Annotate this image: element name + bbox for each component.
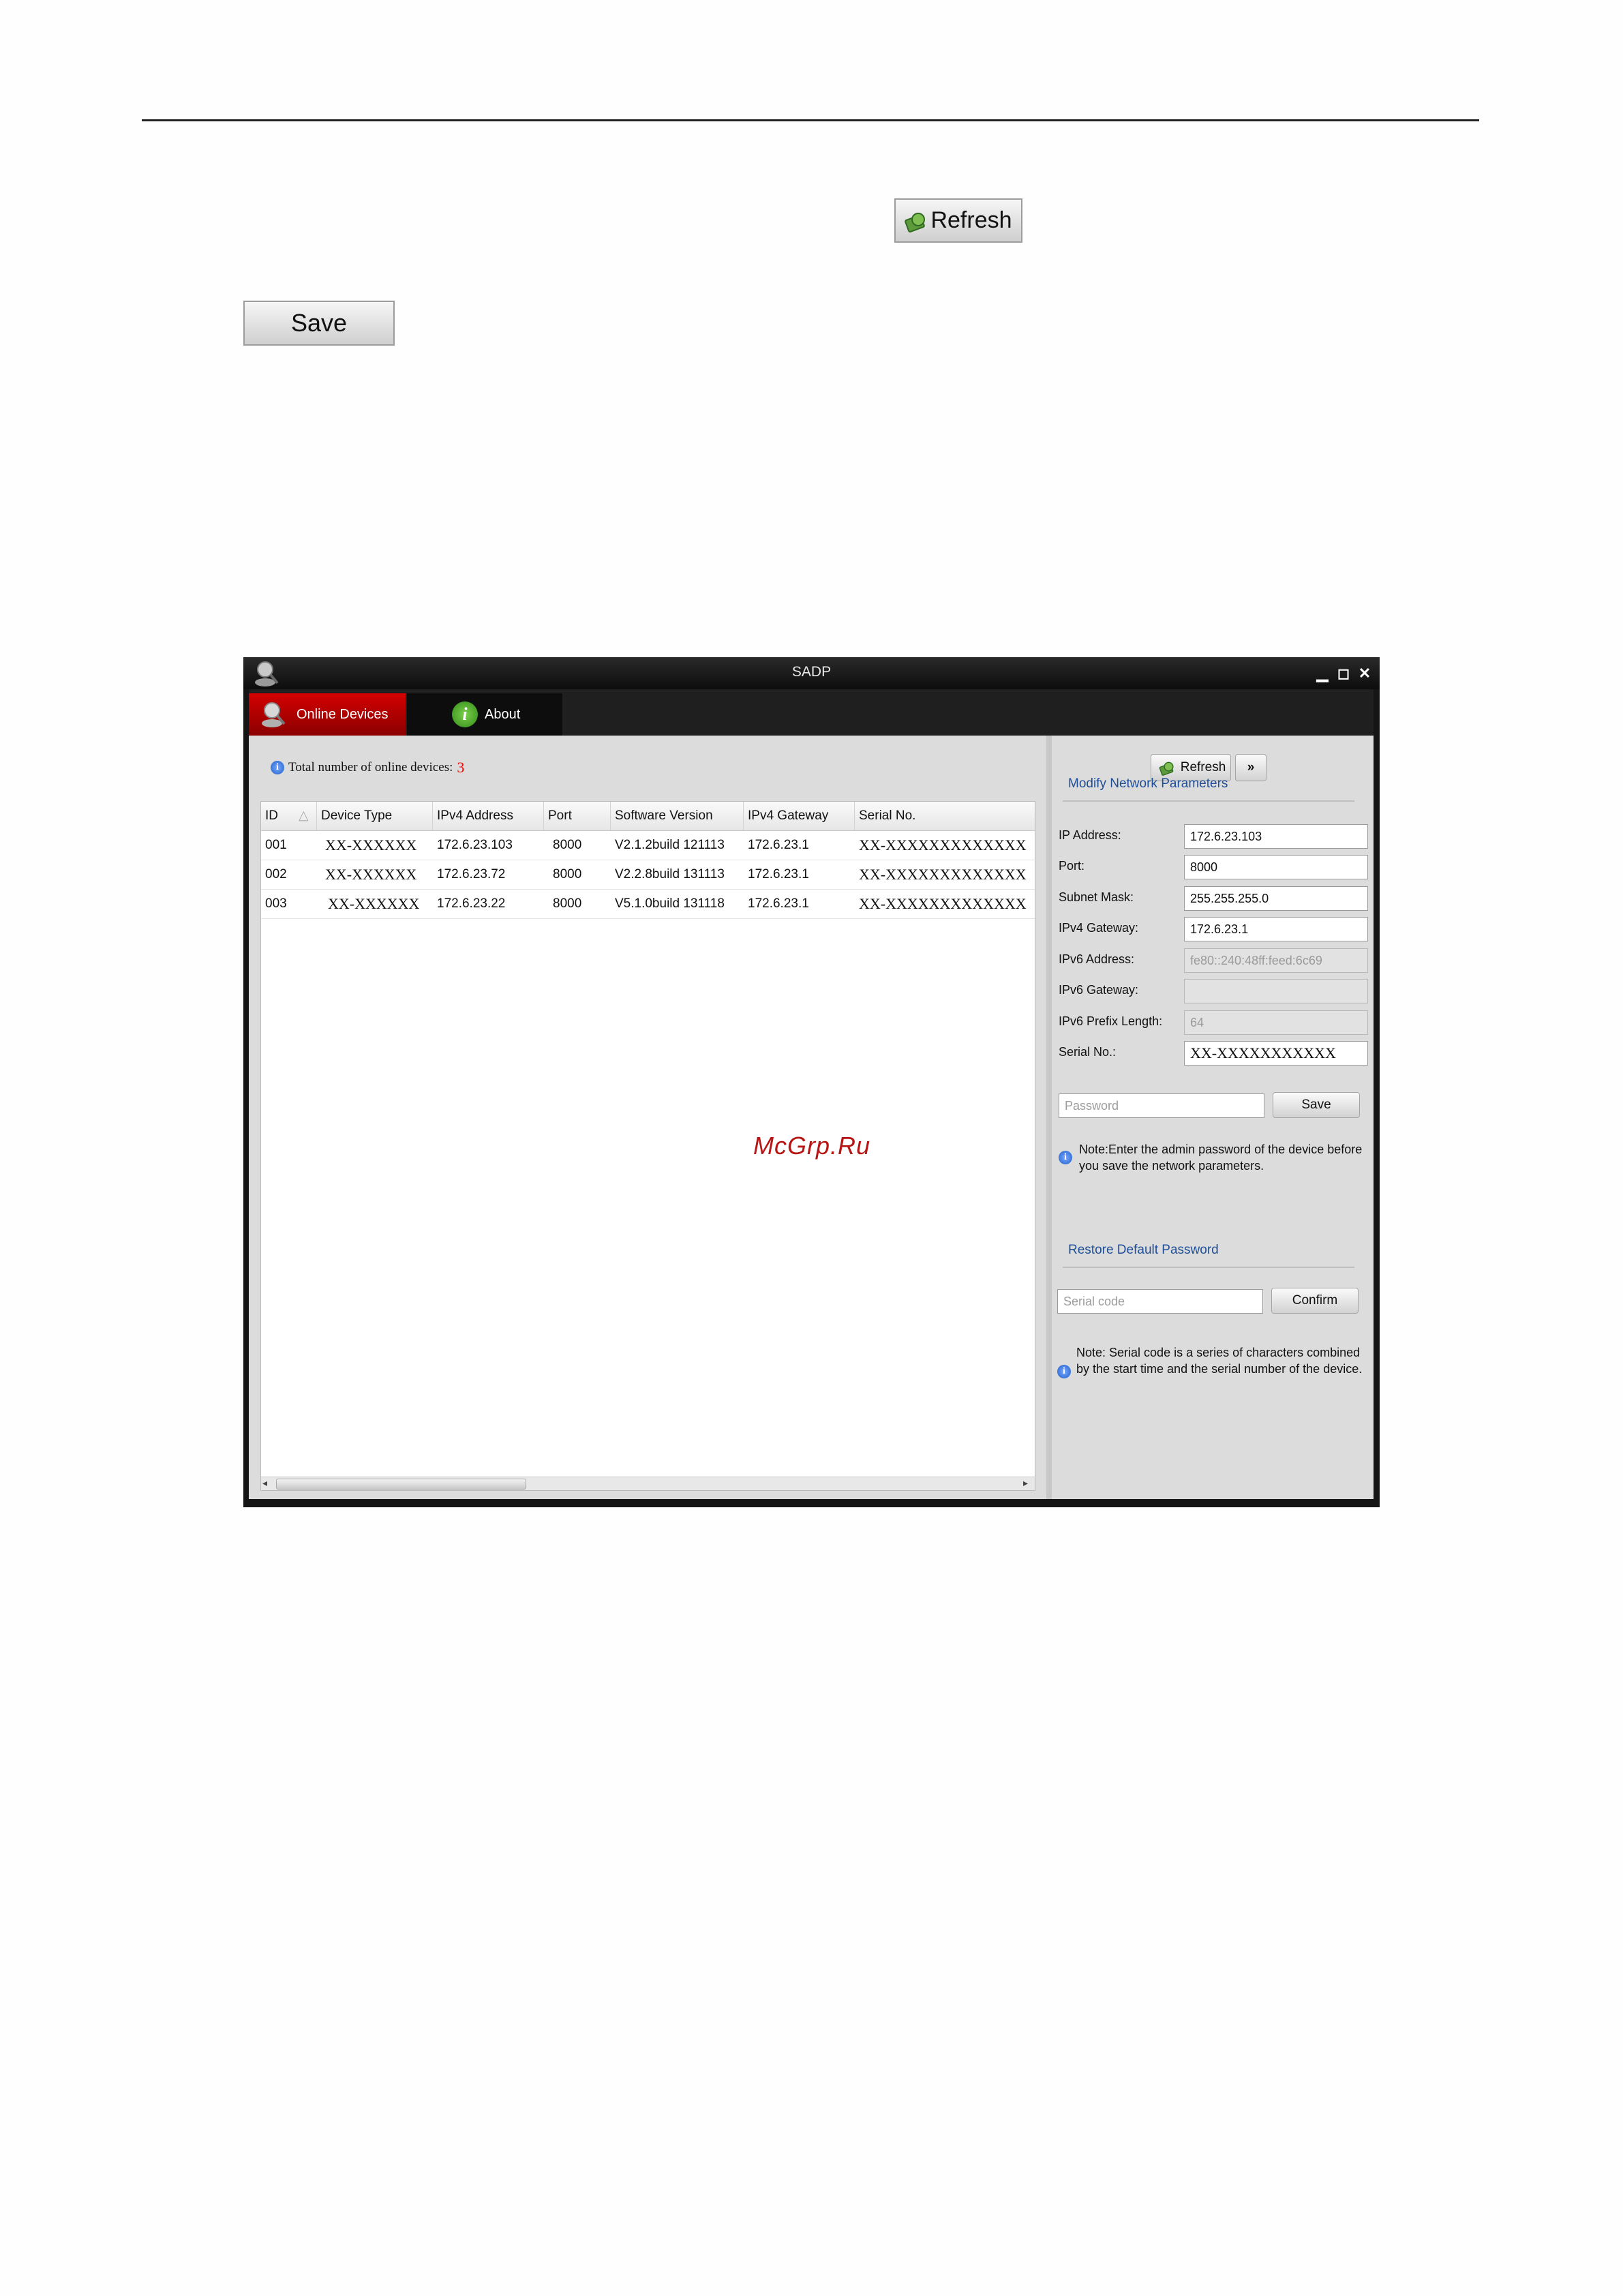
info-icon: i	[1057, 1365, 1071, 1378]
tab-online-devices[interactable]: Online Devices	[249, 693, 406, 736]
minimize-button[interactable]: ▁	[1314, 665, 1331, 682]
about-icon: i	[452, 701, 478, 727]
column-header-id[interactable]: ID △	[261, 802, 317, 830]
maximize-button[interactable]: ◻	[1335, 665, 1352, 682]
password-input[interactable]: Password	[1059, 1093, 1264, 1118]
cell-port: 8000	[553, 838, 582, 852]
cell-id: 001	[265, 838, 287, 852]
confirm-button[interactable]: Confirm	[1271, 1288, 1359, 1314]
ip-address-label: IP Address:	[1059, 828, 1121, 842]
subnet-mask-label: Subnet Mask:	[1059, 890, 1134, 904]
window-title: SADP	[791, 664, 832, 680]
tab-bar: Online Devices i About	[249, 689, 1374, 736]
sadp-window: SADP ▁ ◻ ✕ Online Devices i About i Tota…	[243, 657, 1380, 1507]
scrollbar-thumb[interactable]	[276, 1479, 526, 1490]
cell-software: V2.2.8build 131113	[615, 867, 725, 881]
ipv6-address-field: fe80::240:48ff:feed:6c69	[1184, 948, 1368, 973]
device-list-panel: i Total number of online devices: 3 Refr…	[249, 736, 1266, 1499]
table-header: ID △ Device Type IPv4 Address Port Softwa…	[261, 802, 1035, 831]
page-rule	[142, 119, 1479, 121]
cell-ipv4: 172.6.23.103	[437, 838, 513, 852]
doc-refresh-button[interactable]: Refresh	[894, 198, 1022, 243]
cell-software: V2.1.2build 121113	[615, 838, 725, 852]
column-header-label: ID	[265, 809, 278, 823]
cell-id: 003	[265, 896, 287, 911]
ipv4-gateway-label: IPv4 Gateway:	[1059, 921, 1139, 935]
divider	[1063, 800, 1354, 802]
ipv6-gateway-label: IPv6 Gateway:	[1059, 983, 1139, 997]
sort-icon: △	[299, 809, 309, 823]
cell-serial: XX-XXXXXXXXXXXXX	[859, 866, 1027, 883]
cell-device-type: XX-XXXXXX	[325, 836, 417, 854]
column-header-device-type[interactable]: Device Type	[317, 802, 433, 830]
subnet-mask-field[interactable]: 255.255.255.0	[1184, 886, 1368, 911]
cell-port: 8000	[553, 867, 582, 881]
save-note: Note:Enter the admin password of the dev…	[1079, 1143, 1363, 1173]
doc-save-label: Save	[290, 309, 348, 337]
save-button[interactable]: Save	[1273, 1092, 1360, 1118]
ipv6-gateway-field	[1184, 979, 1368, 1003]
panel-splitter[interactable]	[1046, 736, 1052, 1499]
doc-save-button[interactable]: Save	[243, 301, 395, 346]
ip-address-field[interactable]: 172.6.23.103	[1184, 824, 1368, 849]
doc-refresh-label: Refresh	[930, 207, 1012, 233]
cell-ipv4: 172.6.23.72	[437, 867, 506, 881]
column-header-software[interactable]: Software Version	[611, 802, 744, 830]
info-icon: i	[1059, 1151, 1072, 1164]
ipv4-gateway-field[interactable]: 172.6.23.1	[1184, 917, 1368, 941]
cell-id: 002	[265, 867, 287, 881]
main-content: i Total number of online devices: 3 Refr…	[249, 736, 1374, 1499]
cell-gateway: 172.6.23.1	[748, 867, 809, 881]
serial-code-placeholder: Serial code	[1063, 1294, 1125, 1308]
tab-about[interactable]: i About	[407, 693, 562, 736]
title-bar: SADP ▁ ◻ ✕	[243, 657, 1380, 689]
column-header-gateway[interactable]: IPv4 Gateway	[744, 802, 855, 830]
ipv6-address-label: IPv6 Address:	[1059, 952, 1135, 966]
password-placeholder: Password	[1065, 1098, 1119, 1113]
restore-password-title: Restore Default Password	[1068, 1243, 1219, 1257]
online-count-label: Total number of online devices:	[288, 760, 453, 774]
table-row[interactable]: 001 XX-XXXXXX 172.6.23.103 8000 V2.1.2bu…	[261, 831, 1035, 860]
cell-port: 8000	[553, 896, 582, 911]
online-count-value: 3	[457, 759, 465, 776]
cell-serial: XX-XXXXXXXXXXXXX	[859, 895, 1027, 912]
device-table: ID △ Device Type IPv4 Address Port Softwa…	[260, 801, 1035, 1491]
modify-params-title: Modify Network Parameters	[1068, 776, 1228, 791]
table-row[interactable]: 003 XX-XXXXXX 172.6.23.22 8000 V5.1.0bui…	[261, 890, 1035, 919]
ipv6-prefix-label: IPv6 Prefix Length:	[1059, 1014, 1163, 1028]
port-label: Port:	[1059, 859, 1085, 873]
cell-software: V5.1.0build 131118	[615, 896, 725, 911]
tab-about-label: About	[485, 706, 521, 722]
column-header-ipv4[interactable]: IPv4 Address	[433, 802, 544, 830]
serial-code-input[interactable]: Serial code	[1057, 1289, 1263, 1314]
table-row[interactable]: 002 XX-XXXXXX 172.6.23.72 8000 V2.2.8bui…	[261, 860, 1035, 890]
cell-device-type: XX-XXXXXX	[325, 866, 417, 883]
horizontal-scrollbar[interactable]: ◂ ▸	[261, 1477, 1035, 1490]
divider	[1063, 1267, 1354, 1268]
serial-no-label: Serial No.:	[1059, 1045, 1117, 1059]
serial-no-field[interactable]: XX-XXXXXXXXXXX	[1184, 1041, 1368, 1066]
close-button[interactable]: ✕	[1356, 665, 1373, 682]
scroll-left-icon[interactable]: ◂	[262, 1477, 267, 1489]
cell-gateway: 172.6.23.1	[748, 896, 809, 911]
cell-ipv4: 172.6.23.22	[437, 896, 506, 911]
scroll-right-icon[interactable]: ▸	[1023, 1477, 1028, 1489]
serial-code-note: Note: Serial code is a series of charact…	[1076, 1346, 1363, 1376]
tab-online-devices-label: Online Devices	[297, 706, 389, 722]
network-panel: Modify Network Parameters IP Address: 17…	[1052, 736, 1374, 1499]
online-devices-icon	[262, 702, 286, 727]
cell-serial: XX-XXXXXXXXXXXXX	[859, 836, 1027, 854]
online-count: i Total number of online devices: 3	[271, 759, 464, 776]
watermark: McGrp.Ru	[753, 1132, 871, 1160]
column-header-serial[interactable]: Serial No.	[855, 802, 1035, 830]
refresh-icon	[905, 211, 926, 230]
column-header-port[interactable]: Port	[544, 802, 611, 830]
info-icon: i	[271, 761, 284, 774]
ipv6-prefix-field: 64	[1184, 1010, 1368, 1035]
port-field[interactable]: 8000	[1184, 855, 1368, 879]
cell-gateway: 172.6.23.1	[748, 838, 809, 852]
cell-device-type: XX-XXXXXX	[328, 895, 420, 912]
